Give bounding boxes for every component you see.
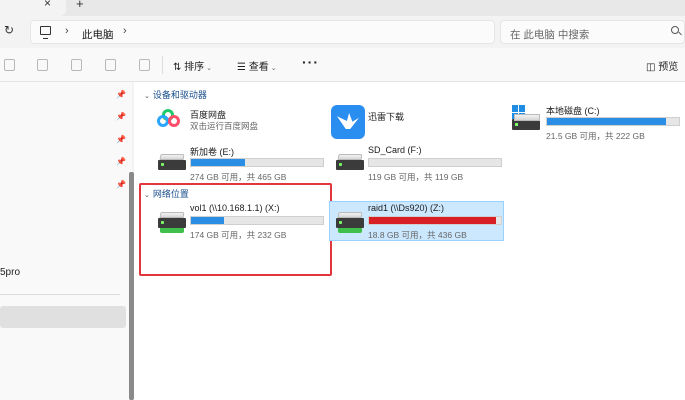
navigation-pane: 📌 📌 📌 📌 📌 5pro [0, 82, 132, 400]
more-options-button[interactable]: ··· [302, 54, 319, 70]
drive-name: vol1 (\\10.168.1.1) (X:) [190, 203, 280, 213]
hard-drive-icon [336, 154, 364, 176]
toolbar-divider [162, 56, 163, 74]
this-pc-icon [40, 26, 51, 39]
capacity-bar [190, 158, 324, 167]
network-drive-icon [158, 212, 186, 234]
drive-name: 本地磁盘 (C:) [546, 106, 600, 116]
pin-icon[interactable]: 📌 [116, 90, 126, 99]
tab-close-button[interactable]: × [44, 0, 51, 10]
nav-divider [0, 294, 120, 295]
command-bar: ⇅ 排序 ⌄ ☰ 查看 ⌄ ··· ◫ 预览 [0, 48, 685, 82]
view-button[interactable]: ☰ 查看 ⌄ [237, 58, 277, 73]
delete-icon[interactable] [139, 59, 150, 71]
breadcrumb-this-pc[interactable]: 此电脑 [82, 27, 114, 42]
drive-tile-c[interactable]: 本地磁盘 (C:) 21.5 GB 可用，共 222 GB [512, 104, 680, 144]
drive-tile-xunlei[interactable]: 迅雷下载 [334, 110, 502, 150]
search-icon[interactable] [671, 26, 679, 34]
pin-icon[interactable]: 📌 [116, 157, 126, 166]
pin-icon[interactable]: 📌 [116, 180, 126, 189]
item-name: 迅雷下载 [368, 112, 405, 122]
address-row: ↻ › 此电脑 › 在 此电脑 中搜索 [0, 16, 685, 48]
chevron-down-icon: ⌄ [270, 65, 277, 72]
view-label: 查看 [248, 62, 269, 73]
capacity-bar [190, 216, 324, 225]
breadcrumb-chevron-icon[interactable]: › [65, 25, 69, 37]
capacity-bar [368, 158, 502, 167]
preview-button[interactable]: ◫ 预览 [646, 58, 678, 73]
nav-item-selected[interactable] [0, 306, 126, 328]
rename-icon[interactable] [71, 59, 82, 71]
group-label: 设备和驱动器 [152, 90, 207, 100]
window-tab[interactable]: × [0, 0, 66, 16]
pin-icon[interactable]: 📌 [116, 112, 126, 121]
baidu-netdisk-icon [156, 109, 182, 135]
drive-tile-f[interactable]: SD_Card (F:) 119 GB 可用，共 119 GB [334, 145, 502, 185]
hard-drive-icon [158, 154, 186, 176]
nav-item-label[interactable]: 5pro [0, 267, 20, 278]
drive-name: raid1 (\\Ds920) (Z:) [368, 203, 445, 213]
content-pane: ⌄ 设备和驱动器 百度网盘 双击运行百度网盘 迅雷下载 本地磁盘 (C:) 21.… [134, 82, 685, 400]
chevron-down-icon: ⌄ [144, 93, 150, 100]
drive-tile-x[interactable]: vol1 (\\10.168.1.1) (X:) 174 GB 可用，共 232… [156, 203, 324, 243]
drive-free-space: 21.5 GB 可用，共 222 GB [546, 131, 645, 141]
item-subtitle: 双击运行百度网盘 [190, 121, 259, 131]
group-header-devices[interactable]: ⌄ 设备和驱动器 [144, 88, 207, 101]
drive-tile-e[interactable]: 新加卷 (E:) 274 GB 可用，共 465 GB [156, 145, 324, 185]
preview-label: 预览 [658, 62, 679, 73]
search-input[interactable]: 在 此电脑 中搜索 [500, 20, 685, 44]
drive-tile-z[interactable]: raid1 (\\Ds920) (Z:) 18.8 GB 可用，共 436 GB [334, 203, 502, 243]
refresh-icon[interactable]: ↻ [4, 23, 14, 37]
drive-free-space: 174 GB 可用，共 232 GB [190, 230, 287, 240]
copy-icon[interactable] [4, 59, 15, 71]
address-bar[interactable]: › 此电脑 › [30, 20, 495, 44]
drive-free-space: 119 GB 可用，共 119 GB [368, 172, 464, 182]
paste-icon[interactable] [37, 59, 48, 71]
capacity-bar [368, 216, 502, 225]
breadcrumb-chevron-icon[interactable]: › [123, 25, 127, 37]
network-drive-icon [336, 212, 364, 234]
pin-icon[interactable]: 📌 [116, 135, 126, 144]
new-tab-button[interactable]: + [76, 0, 84, 11]
drive-name: 新加卷 (E:) [190, 147, 234, 157]
share-icon[interactable] [105, 59, 116, 71]
drive-free-space: 18.8 GB 可用，共 436 GB [368, 230, 467, 240]
chevron-down-icon: ⌄ [206, 65, 213, 72]
search-placeholder: 在 此电脑 中搜索 [510, 29, 590, 41]
capacity-bar [546, 117, 680, 126]
drive-name: SD_Card (F:) [368, 145, 422, 155]
tab-strip: × + [0, 0, 685, 16]
sort-label: 排序 [184, 62, 205, 73]
drive-free-space: 274 GB 可用，共 465 GB [190, 172, 287, 182]
sort-button[interactable]: ⇅ 排序 ⌄ [173, 58, 212, 73]
